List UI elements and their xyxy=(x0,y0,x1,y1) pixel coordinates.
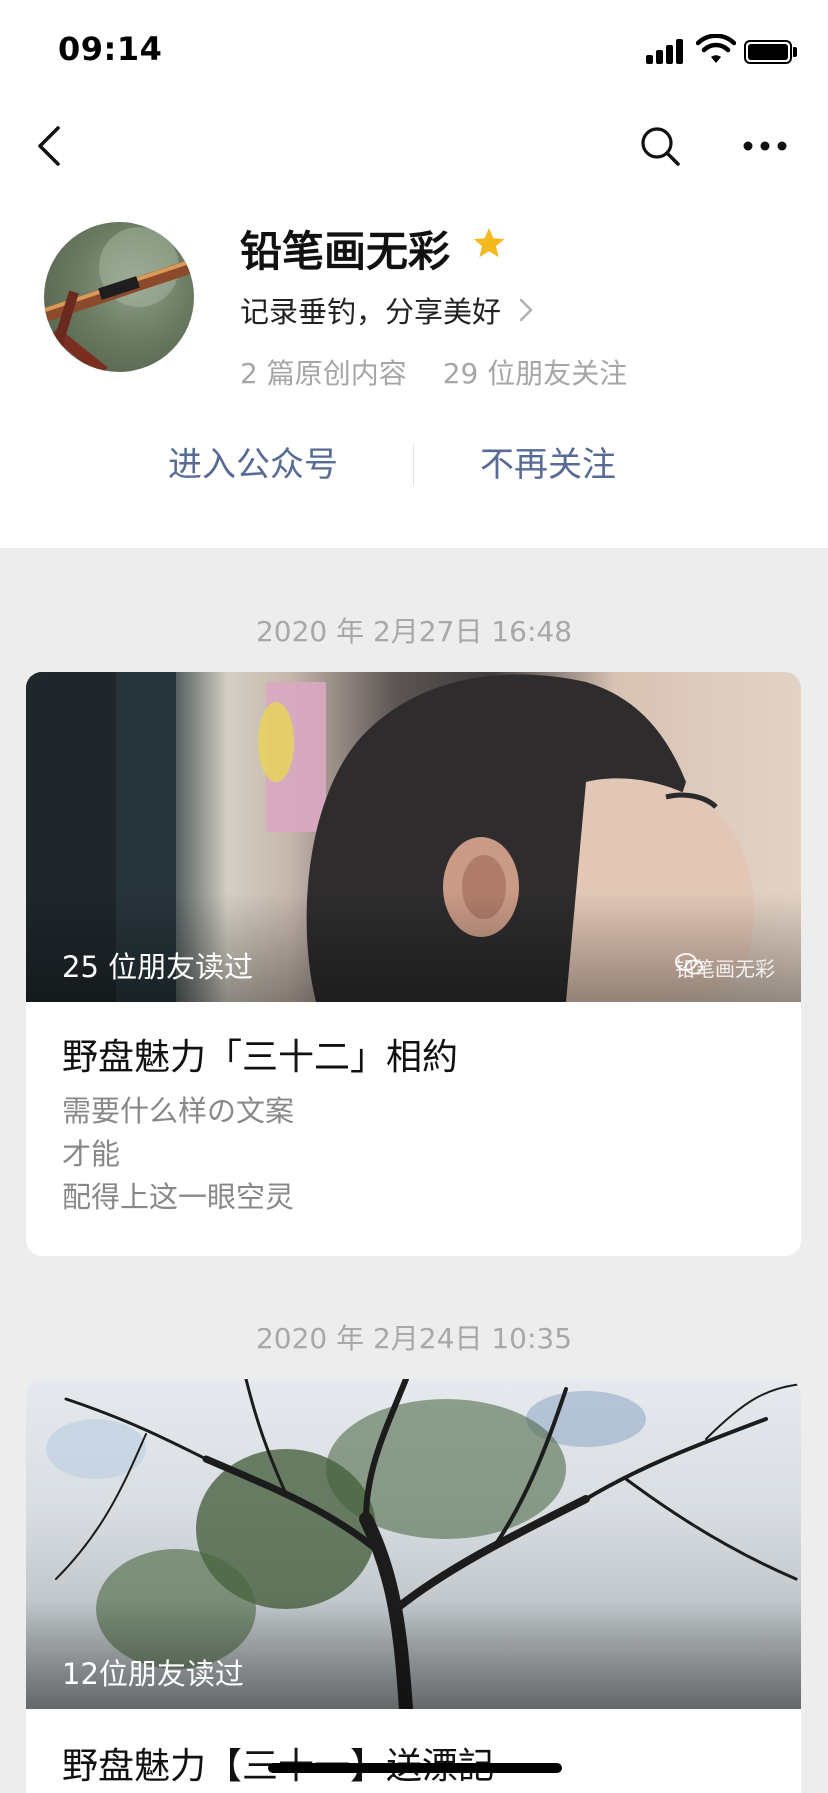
article-cover-image: 12位朋友读过 xyxy=(26,1379,801,1709)
back-chevron-icon[interactable] xyxy=(30,122,70,170)
article-summary: 需要什么样の文案 才能 配得上这一眼空灵 xyxy=(62,1090,294,1219)
article-card[interactable]: 12位朋友读过 野盘魅力【三十一】送漂記 xyxy=(26,1379,801,1793)
home-indicator[interactable] xyxy=(268,1763,562,1773)
account-stats: 2 篇原创内容 29 位朋友关注 xyxy=(240,352,627,392)
unfollow-button[interactable]: 不再关注 xyxy=(480,440,616,490)
followers-count: 29 位朋友关注 xyxy=(442,357,628,390)
readers-count: 25 位朋友读过 xyxy=(62,950,254,984)
more-icon[interactable] xyxy=(740,126,790,166)
status-bar: 09:14 xyxy=(0,0,828,100)
original-count: 2 篇原创内容 xyxy=(240,357,407,390)
action-bar: 进入公众号 不再关注 xyxy=(0,440,828,490)
search-icon[interactable] xyxy=(638,124,682,168)
wifi-icon xyxy=(696,34,736,63)
wechat-icon xyxy=(675,953,703,975)
profile-header: 09:14 铅笔画无彩 记录垂钓，分享美好 2 篇原创内容 29 位朋友关注 进… xyxy=(0,0,828,548)
signal-icon xyxy=(646,38,686,64)
article-card[interactable]: 25 位朋友读过 铅笔画无彩 野盘魅力「三十二」相約 需要什么样の文案 才能 配… xyxy=(26,672,801,1256)
avatar-fishing-rod-image xyxy=(44,227,194,372)
account-description: 记录垂钓，分享美好 xyxy=(240,295,502,329)
summary-line: 配得上这一眼空灵 xyxy=(62,1180,295,1214)
article-title: 野盘魅力「三十二」相約 xyxy=(62,1037,459,1078)
cover-watermark: 铅笔画无彩 xyxy=(675,953,775,982)
chevron-right-icon xyxy=(519,298,533,322)
star-icon xyxy=(473,228,505,258)
enter-account-button[interactable]: 进入公众号 xyxy=(168,440,338,490)
article-date: 2020 年 2月24日 10:35 xyxy=(255,1322,573,1355)
summary-line: 需要什么样の文案 xyxy=(62,1094,295,1128)
account-description-link[interactable]: 记录垂钓，分享美好 xyxy=(240,290,537,330)
readers-count: 12位朋友读过 xyxy=(62,1657,244,1691)
avatar[interactable] xyxy=(44,222,194,372)
status-time: 09:14 xyxy=(58,30,163,68)
battery-cap xyxy=(793,47,797,57)
action-divider xyxy=(413,444,414,486)
summary-line: 才能 xyxy=(62,1137,121,1171)
account-name: 铅笔画无彩 xyxy=(240,227,451,276)
article-cover-image: 25 位朋友读过 铅笔画无彩 xyxy=(26,672,801,1002)
article-date: 2020 年 2月27日 16:48 xyxy=(255,615,573,648)
battery-icon xyxy=(744,40,792,64)
